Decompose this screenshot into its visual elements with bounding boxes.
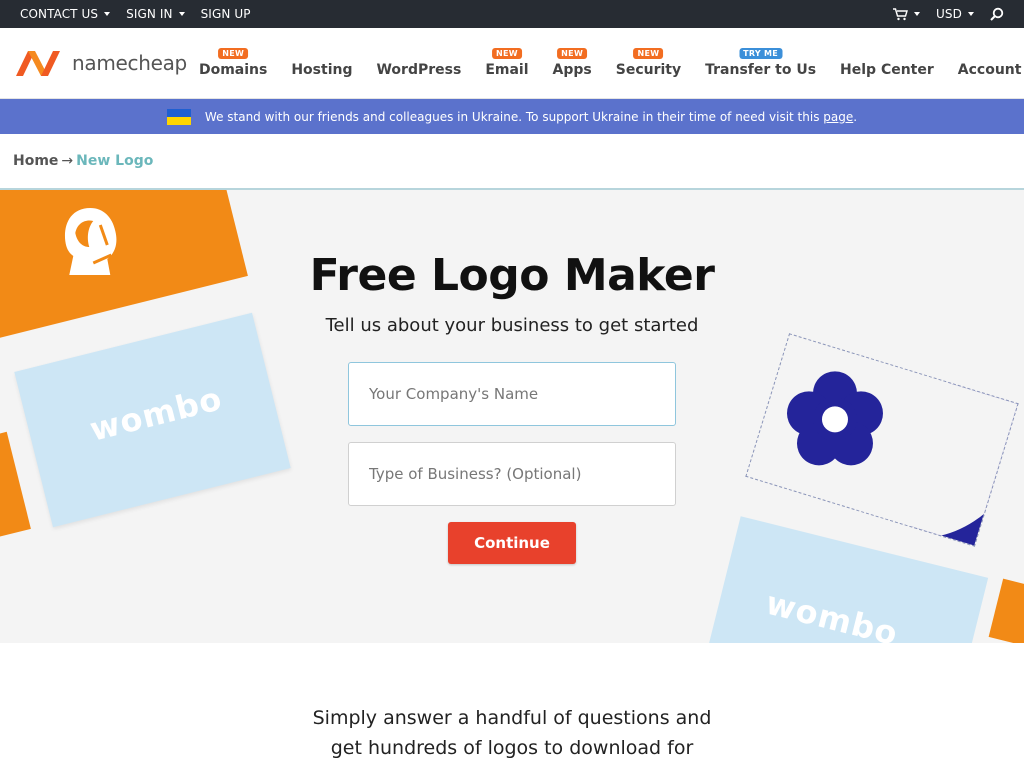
brand-name: namecheap	[72, 51, 187, 75]
nav-item-label: Help Center	[840, 62, 934, 78]
intro-line-1: Simply answer a handful of questions and	[312, 707, 712, 729]
cart-menu[interactable]	[893, 7, 921, 21]
ukraine-flag-icon	[166, 108, 191, 125]
contact-us-label: CONTACT US	[20, 7, 99, 21]
nav-item-security[interactable]: Security NEW	[604, 48, 693, 98]
banner-message: We stand with our friends and colleagues…	[205, 110, 857, 124]
nav-menu: Domains NEW Hosting WordPress Email NEW Apps NE…	[187, 28, 1024, 98]
cart-icon	[893, 7, 908, 20]
banner-end: .	[853, 109, 858, 124]
sign-in-label: SIGN IN	[126, 7, 173, 21]
nav-item-domains[interactable]: Domains NEW	[187, 48, 279, 98]
sign-in-menu[interactable]: SIGN IN	[126, 7, 185, 21]
nav-item-label: Domains	[198, 62, 268, 78]
logo-maker-hero: wombo wombo Free Logo Maker Tell us abou…	[0, 190, 1024, 643]
nav-badge: NEW	[491, 48, 522, 59]
wombo-card-text: wombo	[762, 583, 903, 643]
namecheap-logo[interactable]: namecheap	[14, 48, 187, 78]
namecheap-logo-icon	[16, 51, 60, 76]
utility-actions: USD	[893, 7, 1004, 21]
chevron-down-icon	[104, 12, 111, 16]
search-icon	[990, 7, 1004, 21]
nav-item-label: Email	[485, 62, 529, 78]
company-name-input[interactable]	[348, 362, 676, 426]
utility-links: CONTACT US SIGN IN SIGN UP	[20, 7, 251, 21]
continue-button[interactable]: Continue	[448, 522, 576, 564]
intro-line-2: get hundreds of logos to download for	[330, 737, 694, 759]
nav-item-hosting[interactable]: Hosting	[279, 62, 364, 98]
contact-us-menu[interactable]: CONTACT US	[20, 7, 111, 21]
banner-page-link[interactable]: page	[823, 110, 853, 124]
currency-menu[interactable]: USD	[936, 7, 974, 21]
nav-item-label: Account	[957, 62, 1022, 78]
nav-item-transfer-to-us[interactable]: Transfer to Us TRY ME	[693, 48, 828, 98]
nav-badge: NEW	[633, 48, 664, 59]
page-title: Free Logo Maker	[309, 250, 715, 301]
nav-item-wordpress[interactable]: WordPress	[364, 62, 473, 98]
chevron-down-icon	[914, 12, 921, 16]
search-button[interactable]	[990, 7, 1004, 21]
main-nav: namecheap Domains NEW Hosting WordPress Emai…	[0, 28, 1024, 99]
nav-item-label: Hosting	[291, 62, 353, 78]
logo-maker-form: Free Logo Maker Tell us about your busin…	[0, 190, 1024, 564]
nav-item-label: Apps	[552, 62, 592, 78]
currency-label: USD	[936, 7, 962, 21]
chevron-down-icon	[178, 12, 185, 16]
utility-bar: CONTACT US SIGN IN SIGN UP USD	[0, 0, 1024, 28]
orange-card-decoration	[988, 578, 1024, 643]
business-type-input[interactable]	[348, 442, 676, 506]
ukraine-banner: We stand with our friends and colleagues…	[0, 99, 1024, 134]
nav-item-apps[interactable]: Apps NEW	[541, 48, 604, 98]
nav-item-label: Security	[615, 62, 682, 78]
banner-text: We stand with our friends and colleagues…	[204, 109, 820, 124]
breadcrumb: Home → New Logo	[0, 134, 1024, 190]
breadcrumb-current[interactable]: New Logo	[76, 153, 153, 169]
nav-item-account[interactable]: Account	[946, 62, 1024, 98]
nav-badge: TRY ME	[739, 48, 783, 59]
nav-item-help-center[interactable]: Help Center	[828, 62, 946, 98]
page-subtitle: Tell us about your business to get start…	[325, 315, 699, 336]
nav-item-email[interactable]: Email NEW	[473, 48, 540, 98]
nav-item-label: Transfer to Us	[705, 62, 817, 78]
chevron-down-icon	[968, 12, 974, 16]
intro-text: Simply answer a handful of questions and…	[0, 703, 1024, 763]
breadcrumb-home[interactable]: Home	[13, 153, 58, 169]
nav-item-label: WordPress	[376, 62, 462, 78]
nav-badge: NEW	[218, 48, 249, 59]
nav-badge: NEW	[557, 48, 588, 59]
sign-up-link[interactable]: SIGN UP	[201, 7, 251, 21]
breadcrumb-separator: →	[61, 153, 74, 169]
